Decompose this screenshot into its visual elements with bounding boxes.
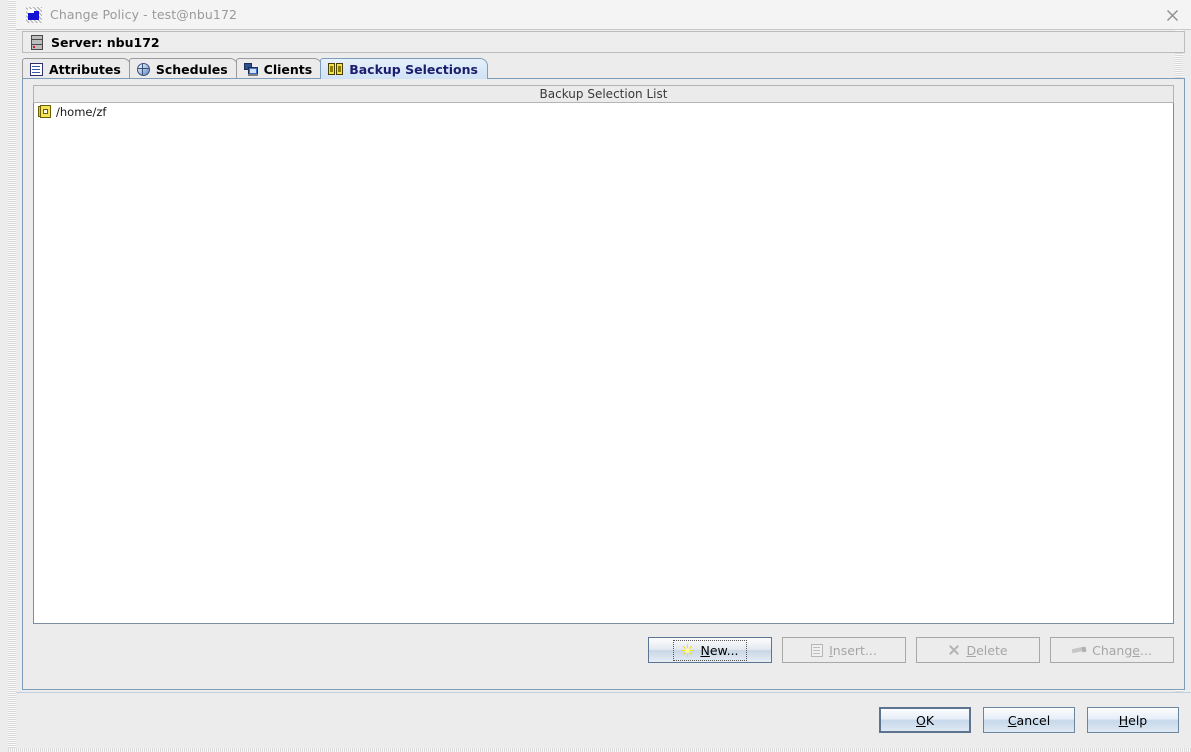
help-button[interactable]: Help xyxy=(1087,707,1179,733)
clock-icon xyxy=(136,62,150,76)
file-folder-icon xyxy=(38,105,51,118)
backup-selections-panel: Backup Selection List /home/zf New... In… xyxy=(22,78,1185,690)
dialog-button-row: OK Cancel Help xyxy=(879,707,1179,733)
new-button-label: New... xyxy=(700,642,739,658)
server-bar: Server: nbu172 xyxy=(22,31,1185,53)
ok-button[interactable]: OK xyxy=(879,707,971,733)
insert-button-label: Insert... xyxy=(829,642,877,658)
tab-attributes-label: Attributes xyxy=(49,61,121,77)
tab-clients[interactable]: Clients xyxy=(235,58,323,79)
starburst-icon xyxy=(681,643,695,657)
backup-selection-list-header: Backup Selection List xyxy=(33,85,1174,103)
pencil-icon xyxy=(1071,645,1087,655)
tab-attributes[interactable]: Attributes xyxy=(22,58,131,79)
delete-button[interactable]: Delete xyxy=(916,637,1040,663)
tab-clients-label: Clients xyxy=(263,61,313,77)
server-label: Server: nbu172 xyxy=(51,34,160,50)
attributes-icon xyxy=(30,62,43,76)
x-icon xyxy=(948,644,960,656)
insert-button[interactable]: Insert... xyxy=(782,637,906,663)
window-title: Change Policy - test@nbu172 xyxy=(50,7,238,22)
server-icon xyxy=(31,34,43,50)
tab-strip: Attributes Schedules Clients Backup Sele… xyxy=(22,57,1185,79)
delete-button-label: Delete xyxy=(966,642,1008,658)
document-icon xyxy=(811,643,824,657)
change-policy-window: Change Policy - test@nbu172 Server: nbu1… xyxy=(0,0,1191,752)
dialog-footer: OK Cancel Help xyxy=(16,692,1191,748)
cancel-button-label: Cancel xyxy=(1007,712,1051,728)
tab-schedules-label: Schedules xyxy=(155,61,228,77)
title-bar: Change Policy - test@nbu172 xyxy=(16,0,1191,30)
backup-selection-list[interactable]: /home/zf xyxy=(33,103,1174,624)
computers-icon xyxy=(243,62,258,76)
cancel-button[interactable]: Cancel xyxy=(983,707,1075,733)
list-item[interactable]: /home/zf xyxy=(34,103,1173,120)
tab-backup-selections[interactable]: Backup Selections xyxy=(320,58,488,79)
window-frame-bottom xyxy=(8,748,1191,752)
change-button-label: Change... xyxy=(1092,642,1152,658)
selection-action-buttons: New... Insert... Delete Change... xyxy=(33,636,1174,664)
tab-backup-selections-label: Backup Selections xyxy=(349,61,478,77)
window-frame-left xyxy=(8,0,16,752)
change-button[interactable]: Change... xyxy=(1050,637,1174,663)
help-button-label: Help xyxy=(1118,712,1148,728)
close-icon[interactable] xyxy=(1164,7,1181,24)
list-item-label: /home/zf xyxy=(56,104,107,119)
backup-selections-icon xyxy=(328,63,344,75)
tab-schedules[interactable]: Schedules xyxy=(128,58,238,79)
app-window-icon xyxy=(26,6,42,23)
new-button[interactable]: New... xyxy=(648,637,772,663)
ok-button-label: OK xyxy=(915,712,935,728)
